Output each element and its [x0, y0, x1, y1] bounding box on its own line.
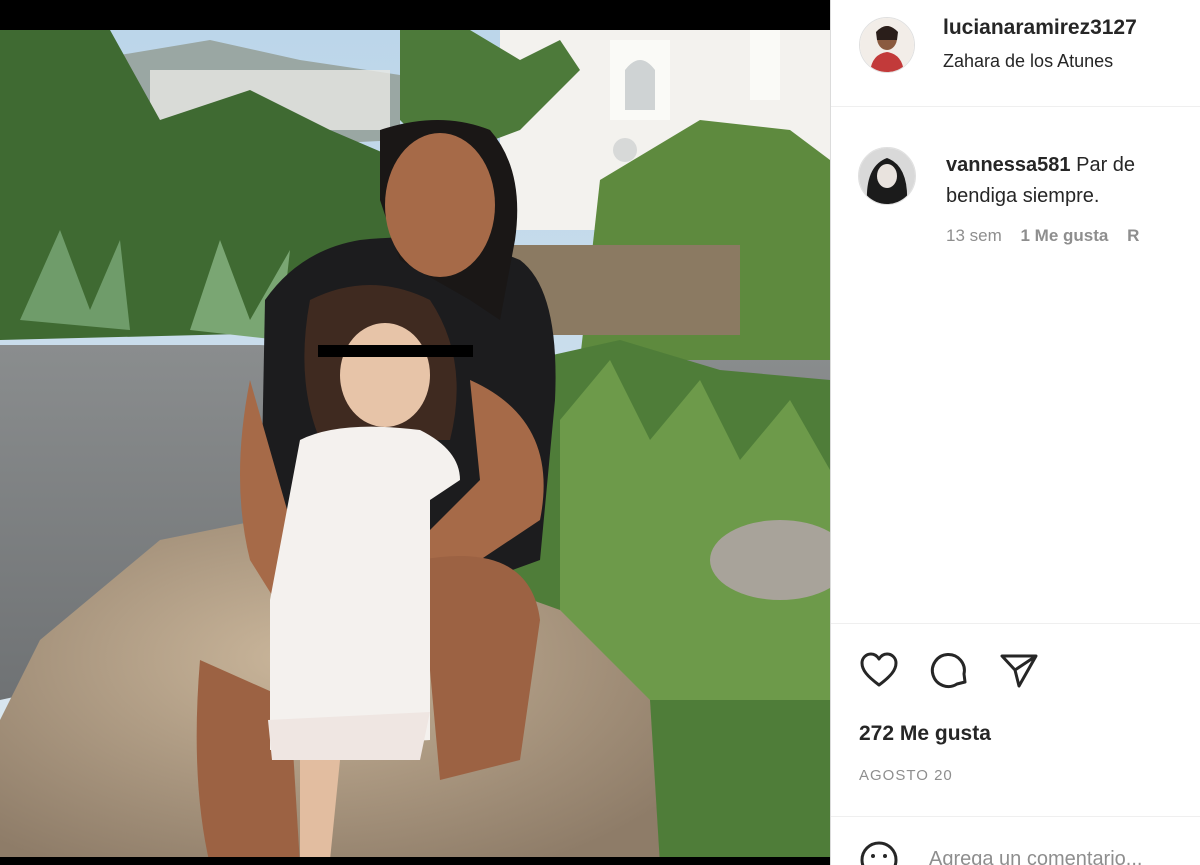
author-username[interactable]: lucianaramirez3127	[943, 16, 1137, 40]
comment-box-divider	[831, 816, 1200, 817]
smiley-icon	[860, 841, 898, 865]
heart-icon	[860, 652, 898, 687]
commenter-avatar[interactable]	[858, 147, 916, 205]
comment-meta: 13 sem 1 Me gusta R	[946, 226, 1153, 246]
share-button[interactable]	[997, 648, 1041, 692]
comment-time[interactable]: 13 sem	[946, 226, 1002, 245]
emoji-button[interactable]	[859, 840, 899, 865]
photo-image	[0, 0, 830, 865]
commenter-username[interactable]: vannessa581	[946, 154, 1071, 176]
header-divider	[831, 106, 1200, 107]
comment-bubble-icon	[930, 653, 967, 689]
add-comment-bar	[831, 820, 1200, 865]
like-button[interactable]	[857, 648, 901, 692]
paper-plane-icon	[1000, 654, 1038, 688]
commenter-avatar-image	[859, 148, 915, 204]
comment-body-line2: bendiga siempre.	[946, 185, 1100, 207]
author-location[interactable]: Zahara de los Atunes	[943, 51, 1113, 72]
post-header: lucianaramirez3127 Zahara de los Atunes	[831, 0, 1200, 106]
post-photo[interactable]	[0, 0, 830, 865]
post-date[interactable]: AGOSTO 20	[859, 767, 953, 784]
comment-reply-link[interactable]: R	[1127, 226, 1139, 245]
comment-text: vannessa581 Par de bendiga siempre.	[946, 150, 1200, 212]
likes-count[interactable]: 272 Me gusta	[859, 722, 991, 746]
comment-body-line1: Par de	[1076, 154, 1136, 176]
actions-divider	[831, 623, 1200, 624]
post-side-panel: lucianaramirez3127 Zahara de los Atunes …	[831, 0, 1200, 865]
comment-input[interactable]	[929, 848, 1199, 865]
author-avatar-image	[860, 18, 914, 72]
comment-item: vannessa581 Par de bendiga siempre. 13 s…	[831, 130, 1200, 270]
comment-likes[interactable]: 1 Me gusta	[1020, 226, 1108, 245]
author-avatar[interactable]	[859, 17, 915, 73]
comment-button[interactable]	[927, 648, 971, 692]
